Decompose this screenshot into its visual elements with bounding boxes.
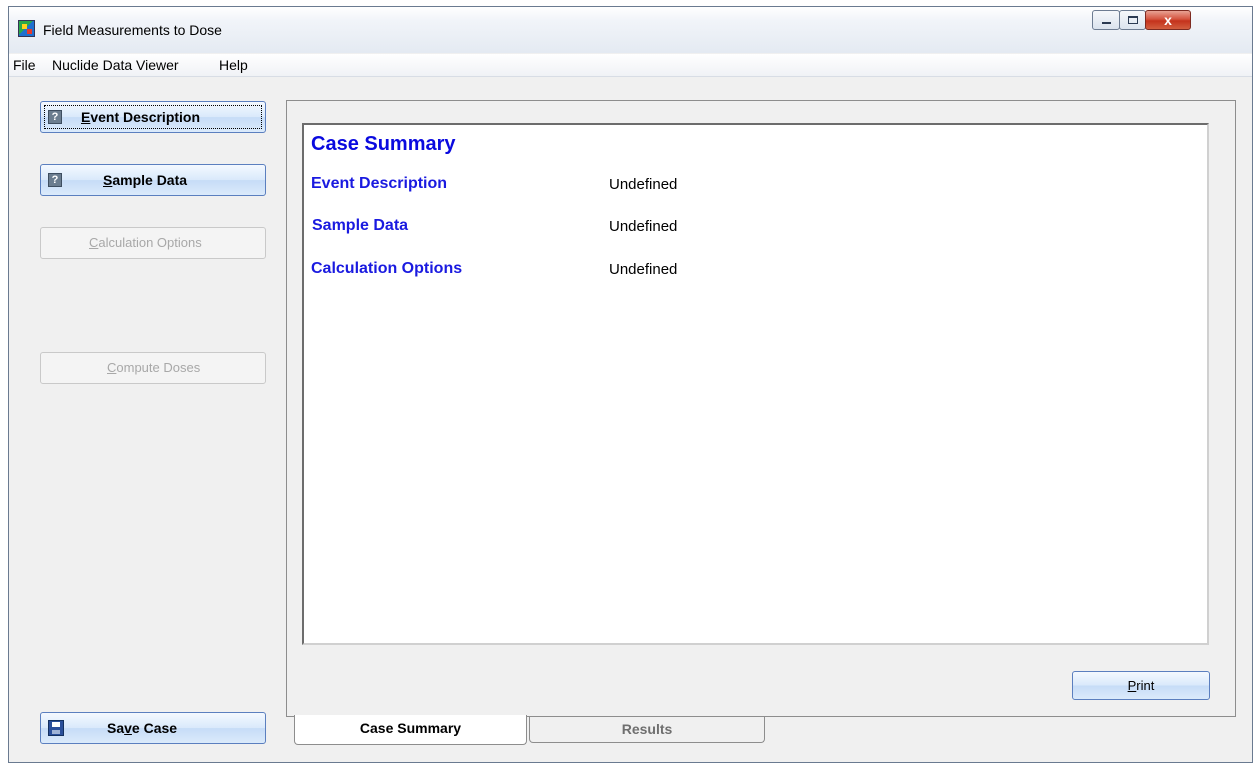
calculation-options-button[interactable]: Calculation Options <box>40 227 266 259</box>
summary-label-event-description: Event Description <box>311 175 448 192</box>
summary-label-calculation-options: Calculation Options <box>311 260 463 277</box>
event-description-button[interactable]: ? Event Description <box>40 101 266 133</box>
case-summary-title: Case Summary <box>311 133 456 155</box>
tab-panel: Case Summary Event Description Undefined… <box>286 100 1236 717</box>
menu-bar: File Nuclide Data Viewer Help <box>9 54 1252 77</box>
close-icon: x <box>1164 12 1172 28</box>
compute-doses-button[interactable]: Compute Doses <box>40 352 266 384</box>
help-icon: ? <box>48 173 62 187</box>
event-description-label: Event Description <box>81 109 201 125</box>
close-button[interactable]: x <box>1145 10 1191 30</box>
tab-results[interactable]: Results <box>529 717 765 743</box>
menu-file[interactable]: File <box>13 57 36 73</box>
tab-case-summary[interactable]: Case Summary <box>294 715 527 745</box>
print-button[interactable]: Print <box>1072 671 1210 700</box>
help-icon: ? <box>48 110 62 124</box>
title-bar[interactable]: Field Measurements to Dose x <box>9 7 1252 53</box>
save-case-label: Save Case <box>107 720 178 736</box>
maximize-icon <box>1128 16 1138 24</box>
calculation-options-label: Calculation Options <box>89 235 202 250</box>
case-summary-box: Case Summary Event Description Undefined… <box>302 123 1209 645</box>
app-window: Field Measurements to Dose x File Nuclid… <box>8 6 1253 763</box>
menu-help[interactable]: Help <box>219 57 248 73</box>
maximize-button[interactable] <box>1119 10 1146 30</box>
window-title: Field Measurements to Dose <box>43 22 222 38</box>
app-icon <box>18 20 35 37</box>
summary-value-sample-data: Undefined <box>609 218 678 235</box>
compute-doses-label: Compute Doses <box>107 360 201 375</box>
menu-nuclide-data-viewer[interactable]: Nuclide Data Viewer <box>52 57 179 73</box>
summary-label-sample-data: Sample Data <box>312 217 409 234</box>
save-case-button[interactable]: Save Case <box>40 712 266 744</box>
summary-value-calculation-options: Undefined <box>609 261 678 278</box>
floppy-disk-icon <box>48 720 64 736</box>
sample-data-label: Sample Data <box>103 172 188 188</box>
minimize-button[interactable] <box>1092 10 1120 30</box>
summary-value-event-description: Undefined <box>609 176 678 193</box>
sample-data-button[interactable]: ? Sample Data <box>40 164 266 196</box>
minimize-icon <box>1102 22 1111 24</box>
